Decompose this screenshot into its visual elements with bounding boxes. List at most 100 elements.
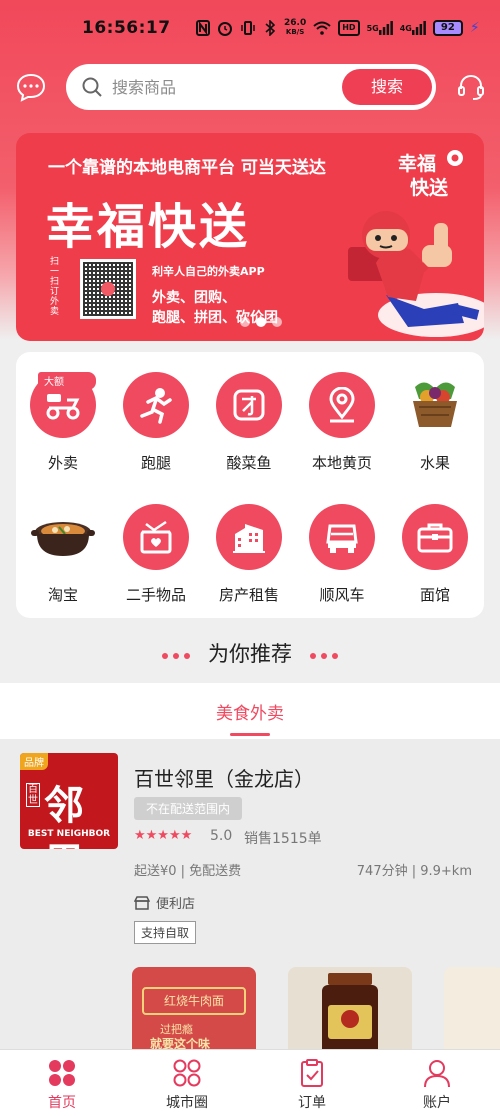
net-speed-unit: KB/S [285, 28, 305, 36]
recommend-dots-right [310, 653, 338, 659]
status-time: 16:56:17 [82, 18, 171, 38]
category-label: 跑腿 [140, 454, 171, 472]
qr-code [80, 259, 136, 319]
nav-city-circle[interactable]: 城市圈 [142, 1058, 232, 1112]
bluetooth-icon [263, 18, 277, 38]
signal-5g-label: 5G [366, 23, 379, 33]
status-bar: 16:56:17 26.0 KB/S HD 5G 4G 92 ⚡ [0, 0, 500, 58]
group-buy-icon [216, 372, 282, 438]
customer-service-icon[interactable] [456, 72, 486, 102]
vibrate-icon [240, 18, 256, 38]
message-icon[interactable] [16, 72, 46, 102]
recommend-tab-bar: 美食外卖 [0, 683, 500, 739]
signal-4g-icon: 4G [400, 18, 426, 38]
store-card[interactable]: 品牌 百世 邻里 BEST NEIGHBOR 百世邻里（金龙店） 不在配送范围内… [0, 739, 500, 1057]
wifi-icon [313, 18, 331, 38]
shop-icon [134, 895, 150, 910]
signal-4g-label: 4G [399, 23, 412, 33]
search-bar[interactable]: 搜索 [66, 64, 436, 110]
store-name: 百世邻里（金龙店） [134, 767, 314, 791]
account-person-icon [422, 1058, 452, 1088]
category-errand[interactable]: 跑腿 [110, 372, 202, 473]
time-distance: 747分钟 | 9.9+km [356, 864, 472, 879]
search-input[interactable] [112, 64, 332, 110]
product-caption-top: 红烧牛肉面 [142, 987, 246, 1015]
net-speed-value: 26.0 [284, 18, 307, 28]
nav-account[interactable]: 账户 [392, 1058, 482, 1112]
briefcase-icon [402, 504, 468, 570]
bottom-navigation: 首页 城市圈 订单 账户 [0, 1049, 500, 1116]
alarm-icon [217, 18, 233, 38]
rating-stars: ★★★★★ [134, 828, 193, 843]
nav-label: 账户 [423, 1095, 451, 1111]
banner-dot-3[interactable] [272, 317, 282, 327]
delivery-range-badge: 不在配送范围内 [134, 797, 243, 820]
nfc-icon [196, 18, 210, 38]
banner-logo: 幸福 快送 [398, 147, 468, 201]
category-promo-tag: 大额 [38, 372, 96, 390]
recommend-title: 为你推荐 [208, 642, 292, 666]
category-label: 面馆 [419, 586, 450, 604]
category-label: 房产租售 [218, 586, 279, 604]
banner-logo-line2: 快送 [410, 177, 449, 199]
secondhand-box-icon [123, 504, 189, 570]
promo-banner[interactable]: 一个靠谱的本地电商平台 可当天送达 幸福快送 幸福 快送 扫一扫 订外卖 利辛人… [16, 133, 484, 341]
city-circle-icon [172, 1058, 202, 1088]
category-label: 水果 [419, 454, 450, 472]
product-image[interactable]: 红烧牛肉面 过把瘾 就要这个味 [132, 967, 256, 1057]
search-header: 搜索 [0, 62, 500, 112]
sauce-jar-illustration [322, 973, 378, 1057]
product-image[interactable] [444, 967, 500, 1057]
battery-indicator: 92 [432, 20, 463, 36]
courier-illustration [348, 211, 484, 337]
hotpot-icon [30, 504, 96, 570]
nav-label: 城市圈 [166, 1095, 208, 1111]
banner-dot-2[interactable] [256, 317, 266, 327]
banner-tagline: 一个靠谱的本地电商平台 可当天送达 [48, 158, 326, 178]
category-carpool[interactable]: 顺风车 [296, 504, 388, 605]
store-logo: 品牌 百世 邻里 BEST NEIGHBOR [20, 753, 118, 849]
logo-small-mark: 百世 [26, 783, 40, 807]
category-noodle-shop[interactable]: 面馆 [389, 504, 481, 605]
banner-title: 幸福快送 [46, 199, 251, 255]
charging-icon: ⚡ [469, 20, 480, 36]
category-yellow-pages[interactable]: 本地黄页 [296, 372, 388, 473]
category-label: 淘宝 [47, 586, 78, 604]
store-type: 便利店 [134, 893, 195, 912]
qr-logo-dot [101, 282, 115, 296]
status-icons: 26.0 KB/S HD 5G 4G 92 ⚡ [196, 18, 480, 38]
tab-active-indicator [230, 733, 270, 736]
category-fruit[interactable]: 水果 [389, 372, 481, 473]
banner-pagination [240, 317, 282, 327]
fruit-basket-icon [402, 372, 468, 438]
category-real-estate[interactable]: 房产租售 [203, 504, 295, 605]
location-pin-icon [309, 372, 375, 438]
search-button[interactable]: 搜索 [342, 69, 432, 105]
building-icon [216, 504, 282, 570]
pickup-tag: 支持自取 [134, 921, 197, 944]
net-speed: 26.0 KB/S [284, 19, 306, 37]
sales-count: 销售1515单 [244, 831, 322, 847]
category-secondhand[interactable]: 二手物品 [110, 504, 202, 605]
banner-dot-1[interactable] [240, 317, 250, 327]
banner-logo-line1: 幸福 [398, 153, 437, 175]
rating-score: 5.0 [210, 828, 233, 844]
product-image[interactable] [288, 967, 412, 1057]
brand-badge: 品牌 [20, 753, 48, 770]
category-fish[interactable]: 酸菜鱼 [203, 372, 295, 473]
category-label: 顺风车 [319, 586, 365, 604]
nav-home[interactable]: 首页 [17, 1058, 107, 1112]
nav-orders[interactable]: 订单 [267, 1058, 357, 1112]
search-icon [82, 77, 102, 97]
category-label: 酸菜鱼 [226, 454, 272, 472]
delivery-info: 起送¥0 | 免配送费 [134, 864, 242, 879]
nav-label: 订单 [298, 1095, 326, 1111]
signal-5g-icon: 5G [367, 18, 393, 38]
logo-subtext: BEST NEIGHBOR [27, 829, 111, 839]
home-grid-icon [47, 1058, 77, 1088]
tab-food-delivery[interactable]: 美食外卖 [0, 699, 500, 724]
category-taobao[interactable]: 淘宝 [17, 504, 109, 605]
runner-icon [123, 372, 189, 438]
category-label: 本地黄页 [311, 454, 372, 472]
order-clipboard-icon [297, 1058, 327, 1088]
